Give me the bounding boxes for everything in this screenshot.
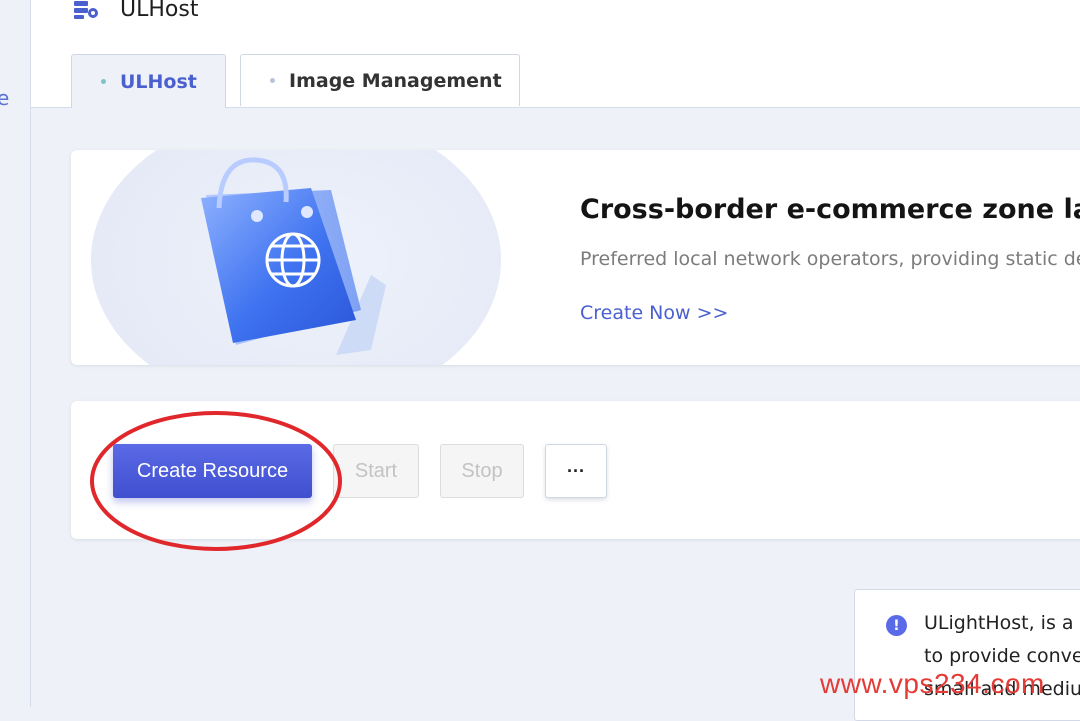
- app-title: ULHost: [120, 0, 199, 22]
- server-stack-icon: [74, 1, 98, 19]
- tab-image-management[interactable]: Image Management: [240, 54, 520, 106]
- tab-dot-icon: [270, 78, 275, 83]
- sidebar-clipped-label[interactable]: e: [0, 86, 9, 110]
- start-button[interactable]: Start: [333, 444, 419, 498]
- tab-label: Image Management: [289, 69, 502, 92]
- promo-banner: Cross-border e-commerce zone lands st Pr…: [71, 150, 1080, 365]
- banner-title: Cross-border e-commerce zone lands st: [580, 194, 1080, 225]
- action-toolbar: Create Resource Start Stop ···: [71, 401, 1080, 539]
- create-now-link[interactable]: Create Now >>: [580, 302, 728, 324]
- tab-label: ULHost: [120, 70, 197, 93]
- notice-text-line: ULightHost, is a l: [924, 612, 1080, 634]
- watermark: www.vps234.com: [820, 668, 1045, 699]
- shopping-bag-globe-illustration: [91, 150, 501, 365]
- tab-ulhost[interactable]: ULHost: [71, 54, 226, 108]
- banner-subtitle: Preferred local network operators, provi…: [580, 248, 1080, 270]
- notice-text-line: to provide conver: [924, 645, 1080, 667]
- tab-dot-icon: [101, 79, 106, 84]
- create-resource-button[interactable]: Create Resource: [113, 444, 312, 498]
- info-icon: !: [886, 615, 907, 636]
- info-notice: ! ULightHost, is a l to provide conver s…: [854, 589, 1080, 721]
- more-actions-button[interactable]: ···: [545, 444, 607, 498]
- stop-button[interactable]: Stop: [440, 444, 524, 498]
- left-sidebar: e: [0, 0, 31, 707]
